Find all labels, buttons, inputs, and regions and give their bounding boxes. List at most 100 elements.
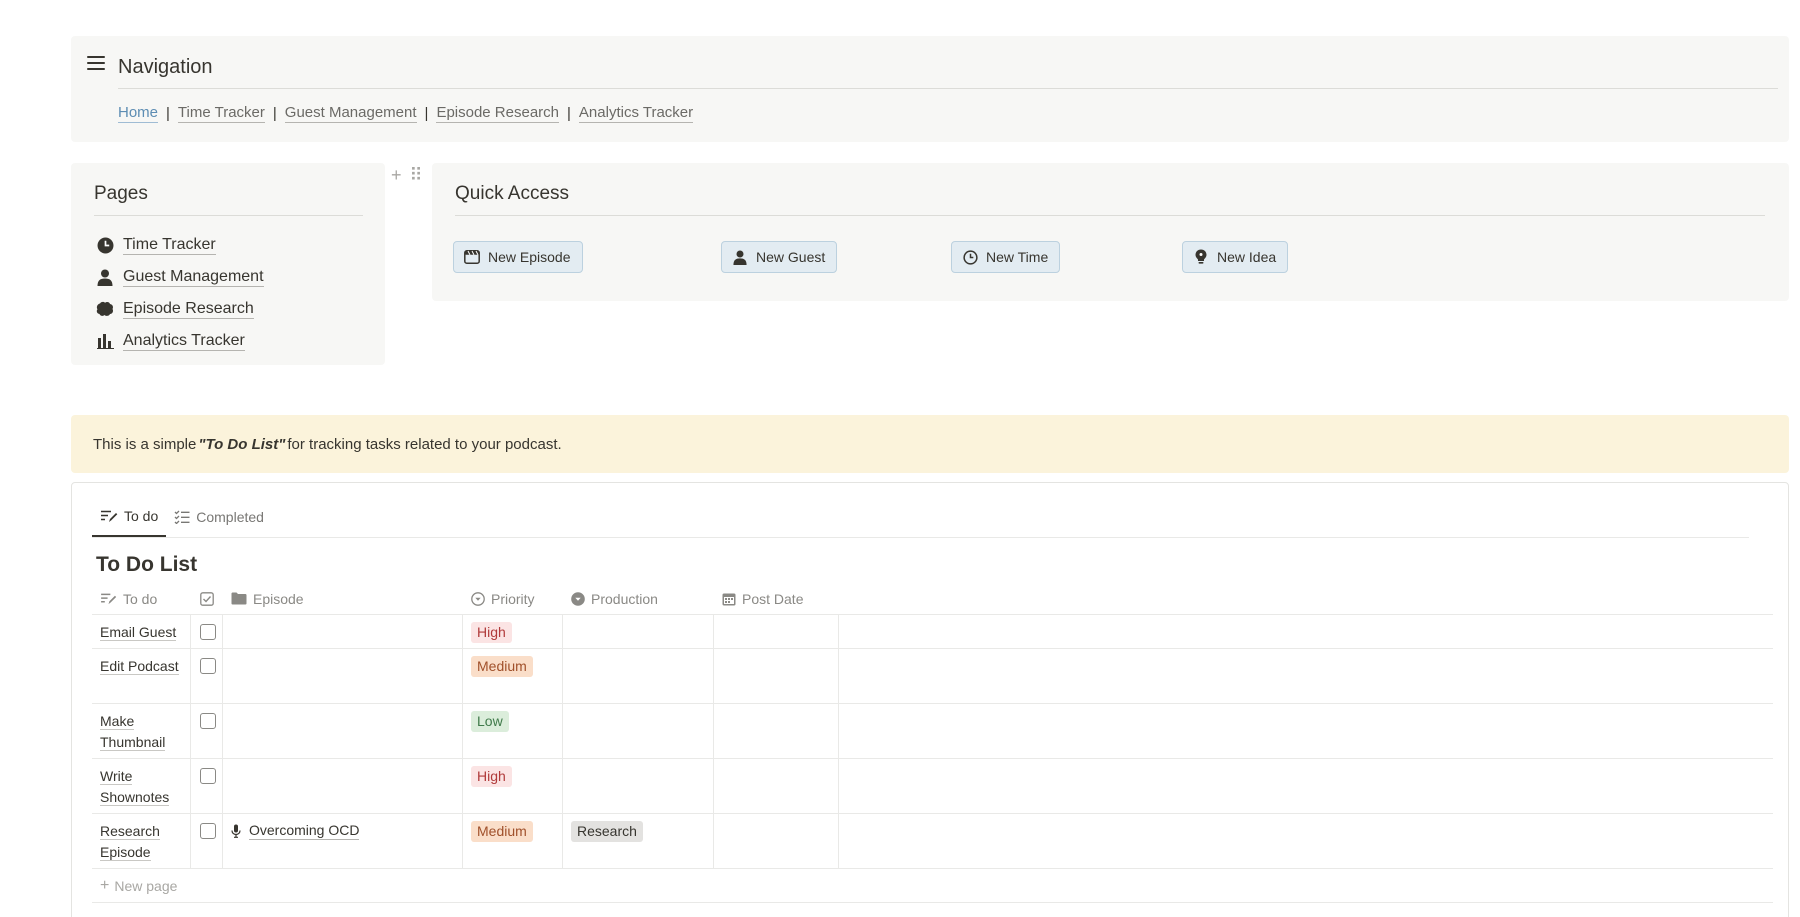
nav-link-time-tracker[interactable]: Time Tracker bbox=[177, 104, 265, 123]
production-cell[interactable] bbox=[563, 704, 714, 758]
new-guest-button[interactable]: New Guest bbox=[721, 241, 838, 273]
new-episode-button[interactable]: New Episode bbox=[453, 241, 583, 273]
todo-database: To do Completed To Do List To do Episode… bbox=[71, 482, 1789, 917]
post-date-cell[interactable] bbox=[714, 814, 839, 868]
quick-access-title: Quick Access bbox=[455, 183, 570, 204]
post-date-cell[interactable] bbox=[714, 649, 839, 703]
done-checkbox[interactable] bbox=[200, 624, 216, 640]
navigation-title: Navigation bbox=[118, 56, 213, 78]
table-row[interactable]: Research Episode Overcoming OCD Medium R… bbox=[92, 814, 1773, 869]
add-block-icon[interactable]: + bbox=[391, 166, 402, 184]
todo-cell[interactable]: Write Shownotes bbox=[92, 759, 191, 813]
tab-completed[interactable]: Completed bbox=[166, 497, 272, 537]
nav-link-episode-research[interactable]: Episode Research bbox=[436, 104, 560, 123]
todo-cell[interactable]: Email Guest bbox=[92, 615, 191, 648]
post-date-cell[interactable] bbox=[714, 704, 839, 758]
column-header-post-date[interactable]: Post Date bbox=[714, 583, 839, 614]
status-select-icon bbox=[471, 591, 485, 606]
new-episode-label: New Episode bbox=[488, 249, 571, 265]
priority-cell[interactable]: Medium bbox=[463, 814, 563, 868]
tab-to-do[interactable]: To do bbox=[92, 497, 167, 537]
row-spacer bbox=[839, 704, 1773, 758]
page-link-label: Guest Management bbox=[123, 268, 264, 287]
drag-handle-icon[interactable]: ⠿ bbox=[410, 166, 423, 184]
quick-access-divider bbox=[455, 215, 1765, 216]
plus-icon: + bbox=[100, 876, 110, 894]
column-header-todo[interactable]: To do bbox=[92, 583, 191, 614]
episode-cell[interactable]: Overcoming OCD bbox=[223, 814, 463, 868]
nav-link-analytics-tracker[interactable]: Analytics Tracker bbox=[578, 104, 694, 123]
episode-title: Overcoming OCD bbox=[249, 822, 360, 840]
column-header-episode[interactable]: Episode bbox=[223, 583, 463, 614]
block-controls: + ⠿ bbox=[391, 166, 423, 184]
episode-cell[interactable] bbox=[223, 649, 463, 703]
done-checkbox[interactable] bbox=[200, 768, 216, 784]
nav-link-guest-management[interactable]: Guest Management bbox=[284, 104, 417, 123]
quick-access-block: Quick Access New Episode New Guest New T… bbox=[432, 163, 1789, 301]
done-checkbox[interactable] bbox=[200, 658, 216, 674]
database-title[interactable]: To Do List bbox=[96, 553, 197, 577]
checklist-icon bbox=[174, 510, 190, 524]
page-link-analytics-tracker[interactable]: Analytics Tracker bbox=[96, 325, 264, 357]
table-row[interactable]: Make Thumbnail Low bbox=[92, 704, 1773, 759]
done-cell bbox=[191, 649, 223, 703]
new-time-button[interactable]: New Time bbox=[951, 241, 1061, 273]
priority-cell[interactable]: High bbox=[463, 615, 563, 648]
column-header-priority[interactable]: Priority bbox=[463, 583, 563, 614]
column-label: To do bbox=[123, 590, 158, 607]
priority-cell[interactable]: Medium bbox=[463, 649, 563, 703]
table-row[interactable]: Email Guest High bbox=[92, 615, 1773, 649]
post-date-cell[interactable] bbox=[714, 759, 839, 813]
priority-cell[interactable]: Low bbox=[463, 704, 563, 758]
done-checkbox[interactable] bbox=[200, 823, 216, 839]
column-label: Production bbox=[591, 590, 658, 607]
row-spacer bbox=[839, 814, 1773, 868]
page-link-guest-management[interactable]: Guest Management bbox=[96, 261, 264, 293]
priority-tag: High bbox=[471, 766, 512, 787]
row-spacer bbox=[839, 759, 1773, 813]
pages-block: Pages Time Tracker Guest Management Epis… bbox=[71, 163, 385, 365]
navigation-divider bbox=[118, 88, 1778, 89]
production-cell[interactable] bbox=[563, 615, 714, 648]
new-guest-label: New Guest bbox=[756, 249, 826, 265]
episode-cell[interactable] bbox=[223, 759, 463, 813]
episode-relation-link[interactable]: Overcoming OCD bbox=[231, 821, 454, 840]
folder-icon bbox=[231, 592, 247, 605]
production-cell[interactable] bbox=[563, 649, 714, 703]
done-checkbox[interactable] bbox=[200, 713, 216, 729]
column-header-production[interactable]: Production bbox=[563, 583, 714, 614]
new-page-label: New page bbox=[114, 877, 178, 894]
clock-icon bbox=[96, 236, 114, 254]
column-header-done[interactable] bbox=[191, 583, 223, 614]
page-link-episode-research[interactable]: Episode Research bbox=[96, 293, 264, 325]
hamburger-menu-icon[interactable] bbox=[87, 56, 105, 72]
todo-cell[interactable]: Research Episode bbox=[92, 814, 191, 868]
row-spacer bbox=[839, 649, 1773, 703]
episode-cell[interactable] bbox=[223, 704, 463, 758]
nav-separator: | bbox=[424, 105, 429, 122]
column-label: Post Date bbox=[742, 590, 804, 607]
info-callout: This is a simple "To Do List" for tracki… bbox=[71, 415, 1789, 473]
todo-cell[interactable]: Edit Podcast bbox=[92, 649, 191, 703]
pages-title: Pages bbox=[94, 183, 148, 204]
status-select-icon bbox=[571, 591, 585, 606]
new-page-button[interactable]: + New page bbox=[92, 869, 1773, 903]
table-row[interactable]: Write Shownotes High bbox=[92, 759, 1773, 814]
episode-cell[interactable] bbox=[223, 615, 463, 648]
priority-cell[interactable]: High bbox=[463, 759, 563, 813]
row-spacer bbox=[839, 615, 1773, 648]
todo-cell[interactable]: Make Thumbnail bbox=[92, 704, 191, 758]
table-row[interactable]: Edit Podcast Medium bbox=[92, 649, 1773, 704]
nav-link-home[interactable]: Home bbox=[118, 104, 159, 123]
production-cell[interactable]: Research bbox=[563, 814, 714, 868]
new-idea-button[interactable]: New Idea bbox=[1182, 241, 1289, 273]
pages-divider bbox=[94, 215, 363, 216]
brain-icon bbox=[96, 300, 114, 318]
post-date-cell[interactable] bbox=[714, 615, 839, 648]
clock-icon bbox=[962, 249, 978, 265]
page-link-time-tracker[interactable]: Time Tracker bbox=[96, 229, 264, 261]
production-cell[interactable] bbox=[563, 759, 714, 813]
text-edit-icon bbox=[100, 593, 117, 605]
clapperboard-icon bbox=[464, 249, 480, 265]
nav-separator: | bbox=[567, 105, 571, 122]
